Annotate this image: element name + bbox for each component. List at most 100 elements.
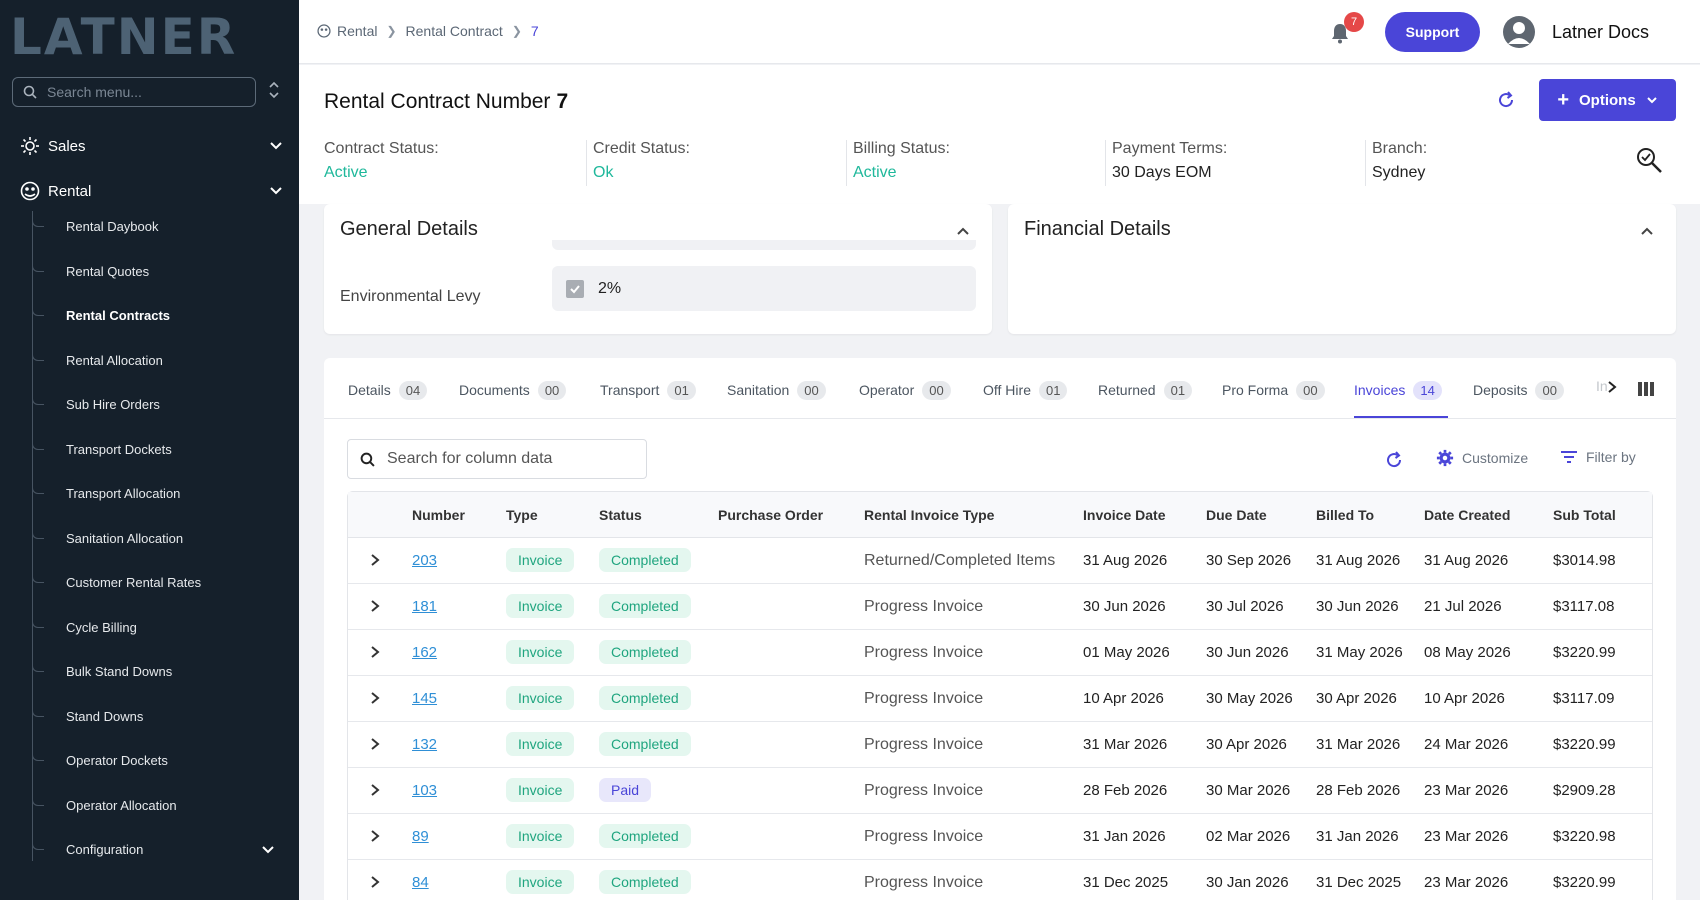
column-header-invoice-date[interactable]: Invoice Date <box>1083 507 1165 523</box>
columns-icon[interactable] <box>1638 382 1654 396</box>
sidebar: LATNER Search menu... Sales Rental Renta… <box>0 0 299 900</box>
column-header-sub-total[interactable]: Sub Total <box>1553 507 1616 523</box>
tab-count: 00 <box>1296 380 1325 400</box>
tab-count: 04 <box>398 380 428 400</box>
chevron-right-icon[interactable] <box>370 829 380 843</box>
sidebar-item-rental-contracts[interactable]: Rental Contracts <box>0 300 299 330</box>
sidebar-item-operator-dockets[interactable]: Operator Dockets <box>0 745 299 775</box>
sidebar-item-bulk-stand-downs[interactable]: Bulk Stand Downs <box>0 656 299 686</box>
due-date-cell: 02 Mar 2026 <box>1206 828 1291 845</box>
sidebar-item-transport-allocation[interactable]: Transport Allocation <box>0 478 299 508</box>
table-row[interactable]: 84 Invoice Completed Progress Invoice 31… <box>348 860 1652 900</box>
chevron-right-icon[interactable] <box>1606 380 1618 394</box>
type-badge: Invoice <box>506 778 575 802</box>
tab-pro-forma[interactable]: Pro Forma 00 <box>1222 378 1325 402</box>
payment-terms: Payment Terms: 30 Days EOM <box>1105 140 1227 186</box>
tab-transport[interactable]: Transport 01 <box>600 378 696 402</box>
invoice-number-link[interactable]: 84 <box>412 874 429 891</box>
chevron-right-icon[interactable] <box>370 783 380 797</box>
tab-operator[interactable]: Operator 00 <box>859 378 951 402</box>
invoice-number-link[interactable]: 181 <box>412 598 437 615</box>
table-row[interactable]: 181 Invoice Completed Progress Invoice 3… <box>348 584 1652 630</box>
column-header-billed-to[interactable]: Billed To <box>1316 507 1374 523</box>
sidebar-item-rental-daybook[interactable]: Rental Daybook <box>0 211 299 241</box>
table-row[interactable]: 103 Invoice Paid Progress Invoice 28 Feb… <box>348 768 1652 814</box>
column-header-date-created[interactable]: Date Created <box>1424 507 1510 523</box>
payment-terms-value: 30 Days EOM <box>1112 164 1212 181</box>
environmental-levy-field[interactable]: 2% <box>552 266 976 311</box>
tab-label: Deposits <box>1473 382 1528 398</box>
user-name[interactable]: Latner Docs <box>1552 22 1649 43</box>
chevron-up-icon[interactable] <box>956 224 970 238</box>
sidebar-item-transport-dockets[interactable]: Transport Dockets <box>0 434 299 464</box>
levy-checkbox[interactable] <box>566 279 584 298</box>
sidebar-item-cycle-billing[interactable]: Cycle Billing <box>0 612 299 642</box>
column-header-rental-invoice-type[interactable]: Rental Invoice Type <box>864 507 994 523</box>
tab-label: Transport <box>600 382 660 398</box>
breadcrumb-rental-contract[interactable]: Rental Contract <box>406 23 503 39</box>
table-row[interactable]: 132 Invoice Completed Progress Invoice 3… <box>348 722 1652 768</box>
sidebar-item-label: Rental Contracts <box>66 307 171 323</box>
table-row[interactable]: 89 Invoice Completed Progress Invoice 31… <box>348 814 1652 860</box>
menu-search-input[interactable]: Search menu... <box>12 77 256 107</box>
table-row[interactable]: 145 Invoice Completed Progress Invoice 1… <box>348 676 1652 722</box>
chevron-right-icon[interactable] <box>370 553 380 567</box>
invoice-number-link[interactable]: 162 <box>412 644 437 661</box>
tab-invoices[interactable]: Invoices 14 <box>1354 378 1442 402</box>
options-button[interactable]: + Options <box>1539 79 1676 121</box>
sidebar-item-sub-hire-orders[interactable]: Sub Hire Orders <box>0 389 299 419</box>
tab-details[interactable]: Details 04 <box>348 378 428 402</box>
tab-off-hire[interactable]: Off Hire 01 <box>983 378 1068 402</box>
sidebar-item-sanitation-allocation[interactable]: Sanitation Allocation <box>0 523 299 553</box>
column-header-number[interactable]: Number <box>412 507 465 523</box>
user-icon <box>1508 22 1530 44</box>
invoice-number-link[interactable]: 203 <box>412 552 437 569</box>
breadcrumb-rental[interactable]: Rental <box>337 23 377 39</box>
tab-deposits[interactable]: Deposits 00 <box>1473 378 1564 402</box>
refresh-icon[interactable] <box>1496 90 1516 110</box>
sidebar-item-customer-rental-rates[interactable]: Customer Rental Rates <box>0 567 299 597</box>
column-header-status[interactable]: Status <box>599 507 642 523</box>
search-document-icon[interactable] <box>1634 145 1664 175</box>
column-header-due-date[interactable]: Due Date <box>1206 507 1267 523</box>
filter-button[interactable]: Filter by <box>1560 449 1636 465</box>
status-badge: Completed <box>599 732 691 756</box>
sidebar-item-sales[interactable]: Sales <box>0 130 299 162</box>
sidebar-item-rental-allocation[interactable]: Rental Allocation <box>0 345 299 375</box>
billed-to-cell: 31 Jan 2026 <box>1316 828 1399 845</box>
tab-sanitation[interactable]: Sanitation 00 <box>727 378 826 402</box>
sidebar-item-operator-allocation[interactable]: Operator Allocation <box>0 790 299 820</box>
chevron-right-icon[interactable] <box>370 691 380 705</box>
column-header-purchase-order[interactable]: Purchase Order <box>718 507 823 523</box>
branch: Branch: Sydney <box>1365 140 1427 186</box>
due-date-cell: 30 Jun 2026 <box>1206 644 1289 661</box>
column-header-type[interactable]: Type <box>506 507 538 523</box>
search-icon <box>360 452 375 467</box>
invoice-number-link[interactable]: 145 <box>412 690 437 707</box>
due-date-cell: 30 Jul 2026 <box>1206 598 1284 615</box>
sidebar-item-rental-quotes[interactable]: Rental Quotes <box>0 256 299 286</box>
collapse-menu-icon[interactable] <box>268 80 280 101</box>
table-row[interactable]: 203 Invoice Completed Returned/Completed… <box>348 538 1652 584</box>
avatar[interactable] <box>1503 16 1535 48</box>
chevron-right-icon[interactable] <box>370 737 380 751</box>
tab-documents[interactable]: Documents 00 <box>459 378 567 402</box>
invoice-number-link[interactable]: 103 <box>412 782 437 799</box>
support-button[interactable]: Support <box>1385 12 1480 52</box>
sidebar-item-configuration[interactable]: Configuration <box>0 834 299 864</box>
sidebar-item-stand-downs[interactable]: Stand Downs <box>0 701 299 731</box>
table-search-input[interactable]: Search for column data <box>347 439 647 479</box>
chevron-right-icon[interactable] <box>370 599 380 613</box>
billed-to-cell: 31 Aug 2026 <box>1316 552 1401 569</box>
chevron-right-icon[interactable] <box>370 875 380 889</box>
chevron-right-icon[interactable] <box>370 645 380 659</box>
invoice-number-link[interactable]: 132 <box>412 736 437 753</box>
table-row[interactable]: 162 Invoice Completed Progress Invoice 0… <box>348 630 1652 676</box>
customize-button[interactable]: Customize <box>1436 449 1528 467</box>
sidebar-item-rental[interactable]: Rental <box>0 175 299 207</box>
latner-logo[interactable]: LATNER <box>10 8 237 66</box>
chevron-up-icon[interactable] <box>1640 224 1654 238</box>
invoice-number-link[interactable]: 89 <box>412 828 429 845</box>
tab-returned[interactable]: Returned 01 <box>1098 378 1193 402</box>
refresh-icon[interactable] <box>1384 450 1404 470</box>
